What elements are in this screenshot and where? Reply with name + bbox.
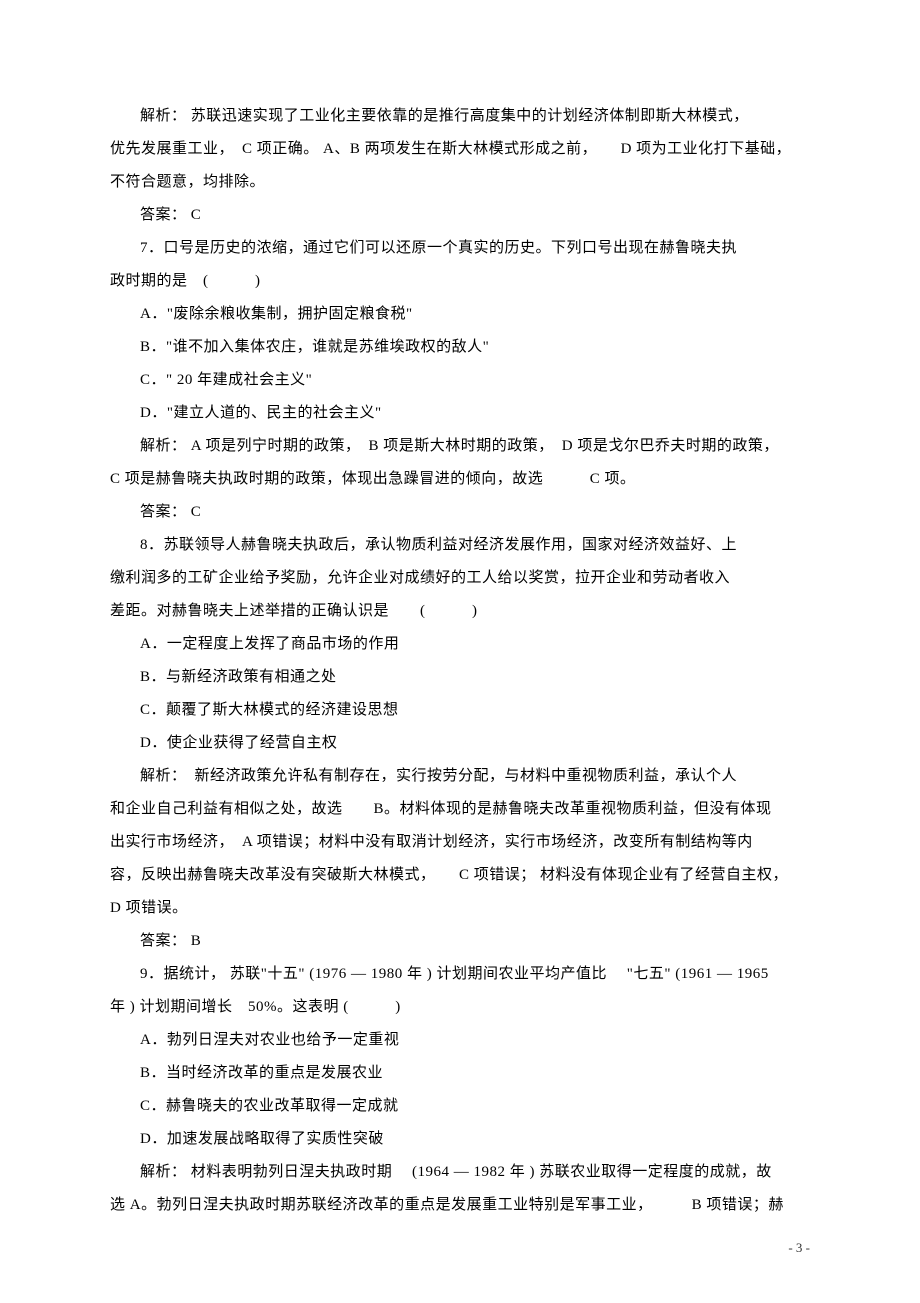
q7-option-d: D．"建立人道的、民主的社会主义" [110,397,810,430]
q8-analysis-4: 容，反映出赫鲁晓夫改革没有突破斯大林模式， C 项错误； 材料没有体现企业有了经… [110,859,810,892]
q8-analysis-3: 出实行市场经济， A 项错误；材料中没有取消计划经济，实行市场经济，改变所有制结… [110,826,810,859]
q7-analysis-1: 解析： A 项是列宁时期的政策， B 项是斯大林时期的政策， D 项是戈尔巴乔夫… [110,430,810,463]
q8-option-c: C．颠覆了斯大林模式的经济建设思想 [110,694,810,727]
q8-analysis-1: 解析： 新经济政策允许私有制存在，实行按劳分配，与材料中重视物质利益，承认个人 [110,760,810,793]
q9-option-d: D．加速发展战略取得了实质性突破 [110,1123,810,1156]
q7-answer: 答案： C [110,496,810,529]
q8-option-b: B．与新经济政策有相通之处 [110,661,810,694]
q6-analysis-1: 解析： 苏联迅速实现了工业化主要依靠的是推行高度集中的计划经济体制即斯大林模式， [110,100,810,133]
q8-stem-2: 缴利润多的工矿企业给予奖励，允许企业对成绩好的工人给以奖赏，拉开企业和劳动者收入 [110,562,810,595]
q6-analysis-3: 不符合题意，均排除。 [110,166,810,199]
q9-stem-1: 9．据统计， 苏联"十五" (1976 — 1980 年 ) 计划期间农业平均产… [110,958,810,991]
page-number: - 3 - [788,1234,810,1263]
q9-stem-2: 年 ) 计划期间增长 50%。这表明 ( ) [110,991,810,1024]
q7-option-b: B．"谁不加入集体农庄，谁就是苏维埃政权的敌人" [110,331,810,364]
q9-option-b: B．当时经济改革的重点是发展农业 [110,1057,810,1090]
q9-analysis-1: 解析： 材料表明勃列日涅夫执政时期 (1964 — 1982 年 ) 苏联农业取… [110,1156,810,1189]
q7-stem-1: 7．口号是历史的浓缩，通过它们可以还原一个真实的历史。下列口号出现在赫鲁晓夫执 [110,232,810,265]
q6-analysis-2: 优先发展重工业， C 项正确。 A、B 两项发生在斯大林模式形成之前， D 项为… [110,133,810,166]
q7-option-a: A．"废除余粮收集制，拥护固定粮食税" [110,298,810,331]
q8-stem-3: 差距。对赫鲁晓夫上述举措的正确认识是 ( ) [110,595,810,628]
q9-option-a: A．勃列日涅夫对农业也给予一定重视 [110,1024,810,1057]
q9-analysis-2: 选 A。勃列日涅夫执政时期苏联经济改革的重点是发展重工业特别是军事工业， B 项… [110,1189,810,1222]
q8-stem-1: 8．苏联领导人赫鲁晓夫执政后，承认物质利益对经济发展作用，国家对经济效益好、上 [110,529,810,562]
q8-answer: 答案： B [110,925,810,958]
q8-analysis-5: D 项错误。 [110,892,810,925]
q8-analysis-2: 和企业自己利益有相似之处，故选 B。材料体现的是赫鲁晓夫改革重视物质利益，但没有… [110,793,810,826]
q7-analysis-2: C 项是赫鲁晓夫执政时期的政策，体现出急躁冒进的倾向，故选 C 项。 [110,463,810,496]
q7-option-c: C．" 20 年建成社会主义" [110,364,810,397]
q7-stem-2: 政时期的是 ( ) [110,265,810,298]
q8-option-d: D．使企业获得了经营自主权 [110,727,810,760]
q9-option-c: C．赫鲁晓夫的农业改革取得一定成就 [110,1090,810,1123]
q8-option-a: A．一定程度上发挥了商品市场的作用 [110,628,810,661]
q6-answer: 答案： C [110,199,810,232]
